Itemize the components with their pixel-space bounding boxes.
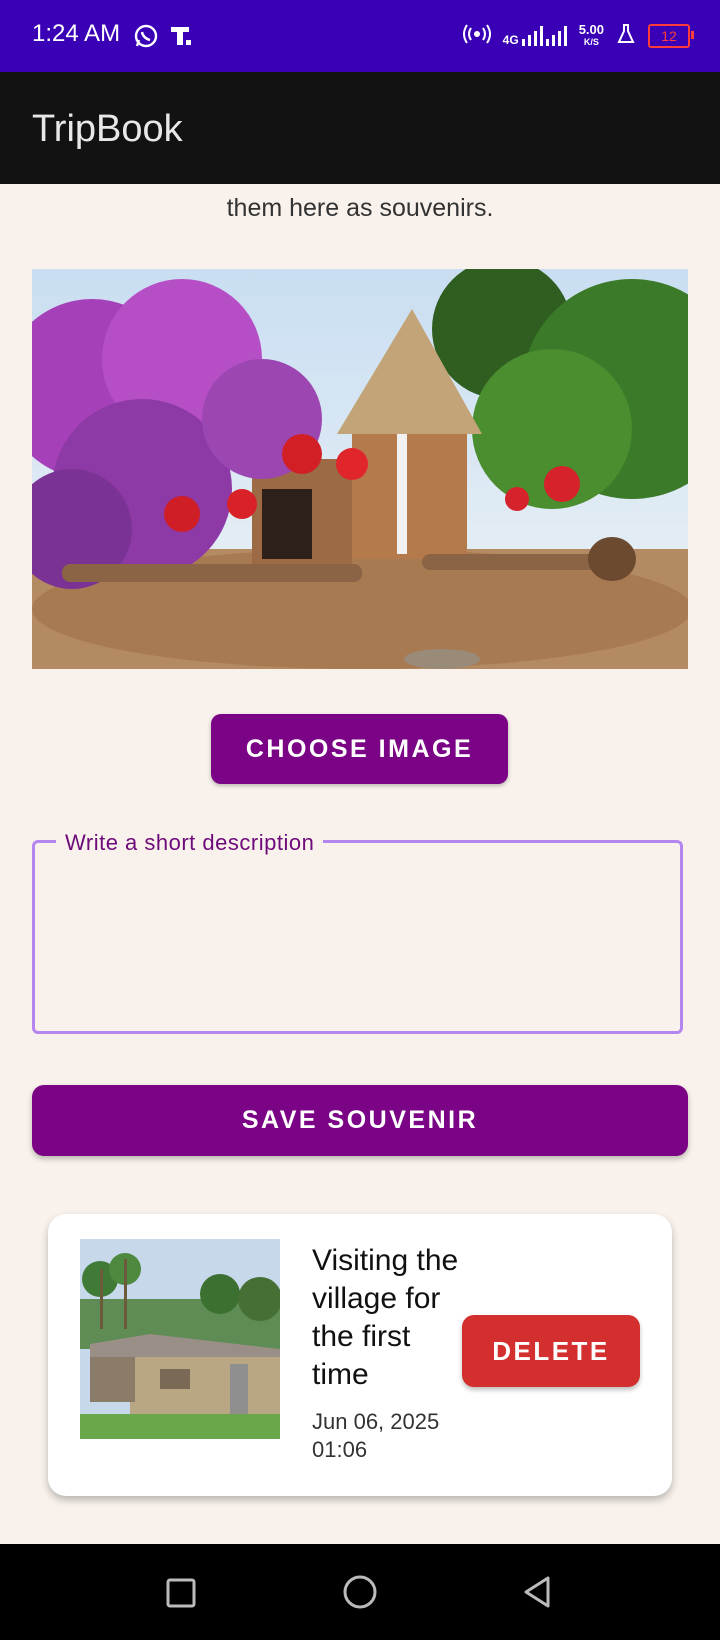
signal-icon: 4G bbox=[503, 25, 567, 47]
description-label: Write a short description bbox=[56, 830, 324, 856]
save-souvenir-button[interactable]: SAVE SOUVENIR bbox=[32, 1085, 688, 1156]
net-speed-unit: K/S bbox=[583, 36, 599, 47]
delete-button[interactable]: DELETE bbox=[462, 1315, 640, 1387]
intro-text: them here as souvenirs. bbox=[0, 192, 720, 234]
lab-icon bbox=[616, 23, 636, 48]
network-type: 4G bbox=[502, 32, 519, 47]
whatsapp-icon bbox=[133, 22, 159, 50]
navigation-bar bbox=[0, 1544, 720, 1640]
net-speed-value: 5.00 bbox=[578, 21, 604, 37]
back-icon[interactable] bbox=[518, 1572, 558, 1612]
app-title: TripBook bbox=[32, 108, 183, 150]
status-bar: 1:24 AM 4G 5.00 K/S 12 bbox=[0, 0, 720, 72]
souvenir-thumbnail bbox=[80, 1239, 280, 1439]
souvenir-title: Visiting the village for the first time bbox=[312, 1244, 459, 1391]
intro-text-content: them here as souvenirs. bbox=[226, 194, 494, 222]
net-speed: 5.00 K/S bbox=[579, 23, 604, 49]
status-time: 1:24 AM bbox=[32, 20, 121, 47]
choose-image-button[interactable]: CHOOSE IMAGE bbox=[211, 714, 508, 784]
souvenir-card: Visiting the village for the first time … bbox=[48, 1214, 672, 1496]
description-field[interactable] bbox=[32, 840, 683, 1034]
battery-icon: 12 bbox=[648, 23, 694, 48]
hotspot-icon bbox=[462, 22, 491, 49]
souvenir-date: Jun 06, 2025 01:06 bbox=[312, 1409, 440, 1462]
home-icon[interactable] bbox=[340, 1572, 380, 1612]
selected-image bbox=[32, 269, 688, 669]
app-bar: TripBook bbox=[0, 72, 720, 184]
t-app-icon bbox=[168, 22, 194, 50]
recents-icon[interactable] bbox=[160, 1572, 200, 1612]
